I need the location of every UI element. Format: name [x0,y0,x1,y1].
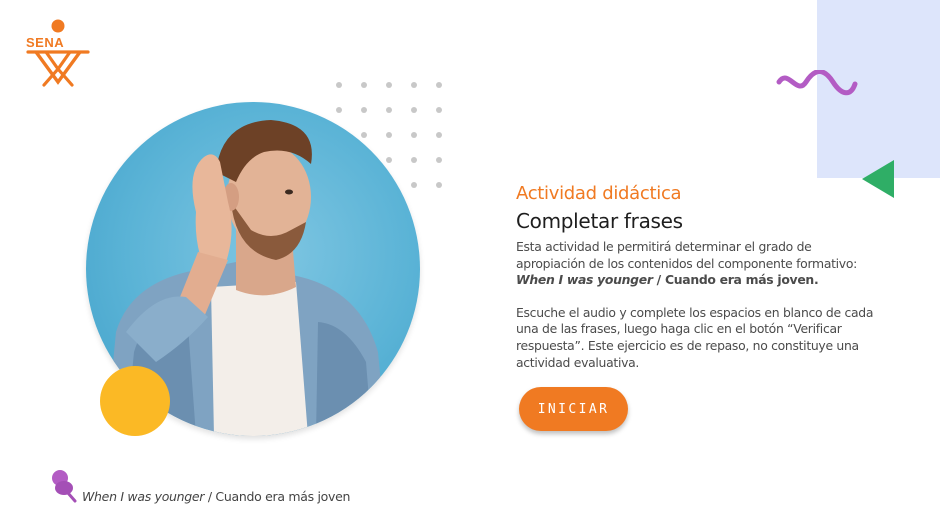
yellow-circle-decoration [100,366,170,436]
activity-description: Actividad didáctica Completar frases Est… [516,182,884,371]
intro-separator: / [652,272,665,288]
intro-paragraph: Esta actividad le permitirá determinar e… [516,239,884,289]
footer-separator: / [204,489,216,504]
start-button[interactable]: INICIAR [519,387,628,431]
sena-logo-icon [26,19,90,87]
pushpin-icon [52,470,77,503]
sena-logo: SENA [22,18,94,88]
purple-wave-icon [776,70,858,96]
page-title: Completar frases [516,209,683,233]
footer-component-label: When I was younger / Cuando era más jove… [48,468,368,508]
intro-text: Esta actividad le permitirá determinar e… [516,239,857,271]
footer-english: When I was younger [82,489,205,504]
intro-english-title: When I was younger [516,272,653,288]
instructions-paragraph: Escuche el audio y complete los espacios… [516,304,874,370]
intro-spanish-title: Cuando era más joven. [664,272,819,288]
footer-text: When I was younger / Cuando era más jove… [82,489,350,504]
footer-spanish: Cuando era más joven [215,489,351,504]
logo-text: SENA [26,35,65,50]
activity-kicker: Actividad didáctica [516,183,682,204]
